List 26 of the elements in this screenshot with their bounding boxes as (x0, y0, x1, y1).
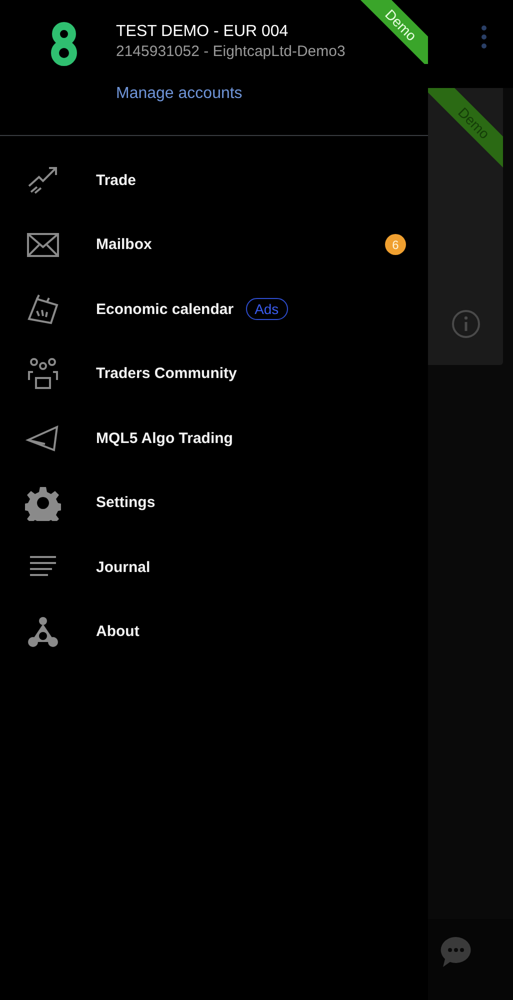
account-name: TEST DEMO - EUR 004 (116, 22, 290, 42)
menu-label: Traders Community (96, 365, 237, 382)
menu-item[interactable]: Economic calendar Ads (0, 277, 428, 342)
info-icon[interactable] (450, 309, 480, 339)
people-icon (25, 356, 61, 392)
menu-item[interactable]: Journal (0, 535, 428, 600)
menu-label: MQL5 Algo Trading (96, 430, 233, 447)
more-options-icon[interactable] (481, 24, 487, 50)
menu-item[interactable]: About (0, 600, 428, 664)
menu-label: Trade (96, 172, 136, 189)
menu-item[interactable]: MQL5 Algo Trading (0, 406, 428, 470)
menu-label: Journal (96, 558, 150, 576)
menu-item[interactable]: Settings (0, 470, 428, 535)
menu-label: About (96, 623, 140, 640)
menu-label: Economic calendar (96, 300, 234, 318)
unread-count: 6 (385, 234, 406, 256)
menu-item[interactable]: Mailbox 6 (0, 212, 428, 277)
menu-label: Mailbox (96, 236, 152, 254)
account-number: 2145931052 - EightcapLtd-Demo3 (116, 42, 346, 62)
menu-label: Settings (96, 494, 156, 512)
ads-tag: Ads (246, 298, 288, 320)
settings-icon (25, 484, 61, 521)
chat-bubble-icon[interactable] (438, 935, 472, 969)
menu-item[interactable]: Traders Community (0, 342, 428, 406)
manage-accounts-link[interactable]: Manage accounts (116, 85, 346, 103)
menu-item[interactable]: Trade (0, 148, 428, 212)
